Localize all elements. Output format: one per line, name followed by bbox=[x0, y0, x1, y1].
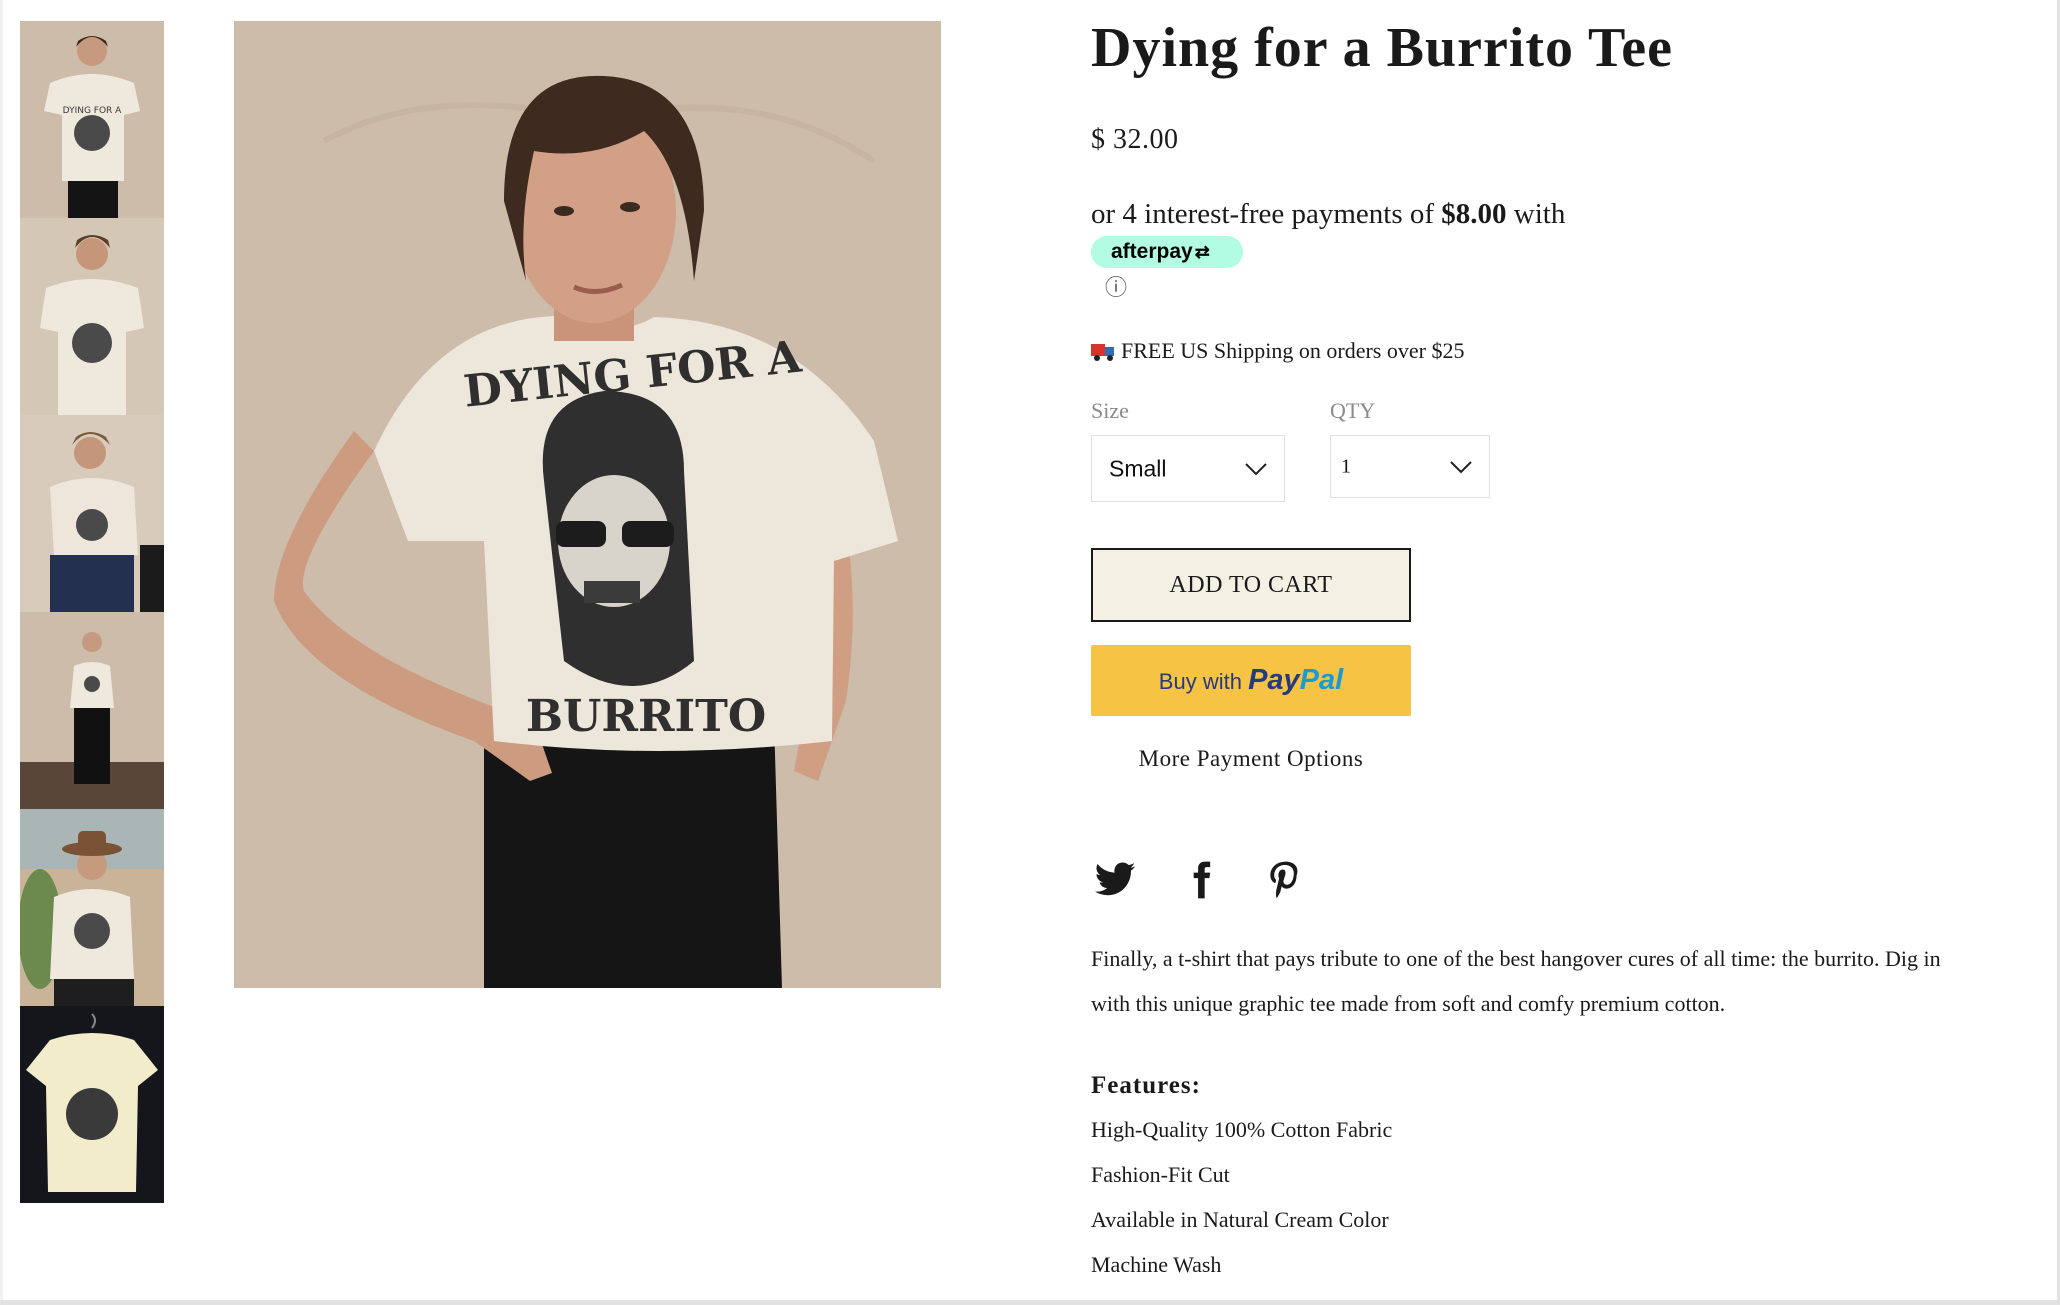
qty-label: QTY bbox=[1330, 398, 1376, 423]
afterpay-message: or 4 interest-free payments of $8.00 wit… bbox=[1091, 198, 1565, 231]
thumbnail-man-side[interactable] bbox=[20, 415, 164, 612]
product-price: $ 32.00 bbox=[1091, 124, 1179, 155]
features-heading: Features: bbox=[1091, 1072, 1201, 1099]
afterpay-prefix: or 4 interest-free payments of bbox=[1091, 198, 1442, 230]
afterpay-logo: afterpay bbox=[1111, 240, 1193, 263]
size-label: Size bbox=[1091, 398, 1129, 423]
page-frame-left bbox=[0, 0, 3, 1305]
paypal-buy-text: Buy with bbox=[1158, 669, 1249, 694]
size-select[interactable]: Small bbox=[1091, 435, 1285, 502]
paypal-button[interactable]: Buy with PayPal bbox=[1091, 645, 1411, 716]
qty-value: 1 bbox=[1341, 455, 1351, 477]
afterpay-amount: $8.00 bbox=[1441, 198, 1507, 230]
tee-print-top: DYING FOR A bbox=[63, 106, 123, 116]
thumbnail-woman-front[interactable]: DYING FOR A bbox=[20, 21, 164, 218]
paypal-logo-pay: Pay bbox=[1248, 664, 1300, 696]
afterpay-badge[interactable]: afterpay ⇄ bbox=[1091, 236, 1243, 268]
truck-icon bbox=[1091, 344, 1115, 361]
product-title: Dying for a Burrito Tee bbox=[1091, 17, 1673, 79]
afterpay-info-icon[interactable]: ⓘ bbox=[1105, 277, 1127, 299]
qty-select[interactable]: 1 bbox=[1330, 435, 1490, 498]
thumbnail-gallery: DYING FOR A bbox=[20, 21, 164, 1203]
more-payment-options-link[interactable]: More Payment Options bbox=[1091, 746, 1411, 772]
thumbnail-flat-lay[interactable] bbox=[20, 1006, 164, 1203]
chevron-down-icon bbox=[1450, 460, 1472, 473]
main-product-image[interactable]: DYING FOR A BURRITO bbox=[234, 21, 941, 988]
thumbnail-man-front[interactable] bbox=[20, 218, 164, 415]
chevron-down-icon bbox=[1245, 462, 1267, 475]
page-frame-bottom bbox=[0, 1300, 2060, 1305]
pinterest-icon[interactable] bbox=[1263, 858, 1307, 902]
shipping-text: FREE US Shipping on orders over $25 bbox=[1121, 338, 1465, 363]
add-to-cart-button[interactable]: ADD TO CART bbox=[1091, 548, 1411, 622]
feature-item: Machine Wash bbox=[1091, 1252, 1222, 1277]
product-description: Finally, a t-shirt that pays tribute to … bbox=[1091, 946, 1941, 1016]
twitter-icon[interactable] bbox=[1093, 858, 1137, 902]
shipping-notice: FREE US Shipping on orders over $25 bbox=[1091, 338, 1464, 364]
size-value: Small bbox=[1109, 455, 1167, 481]
afterpay-suffix: with bbox=[1506, 198, 1566, 230]
tee-print-footer: BURRITO bbox=[526, 691, 766, 742]
feature-item: High-Quality 100% Cotton Fabric bbox=[1091, 1117, 1393, 1142]
feature-item: Fashion-Fit Cut bbox=[1091, 1162, 1230, 1187]
afterpay-arrow-icon: ⇄ bbox=[1194, 242, 1210, 262]
thumbnail-woman-hat[interactable] bbox=[20, 809, 164, 1006]
paypal-logo-pal: Pal bbox=[1299, 664, 1344, 696]
facebook-icon[interactable] bbox=[1179, 858, 1223, 902]
thumbnail-woman-full[interactable] bbox=[20, 612, 164, 809]
feature-item: Available in Natural Cream Color bbox=[1091, 1207, 1389, 1232]
